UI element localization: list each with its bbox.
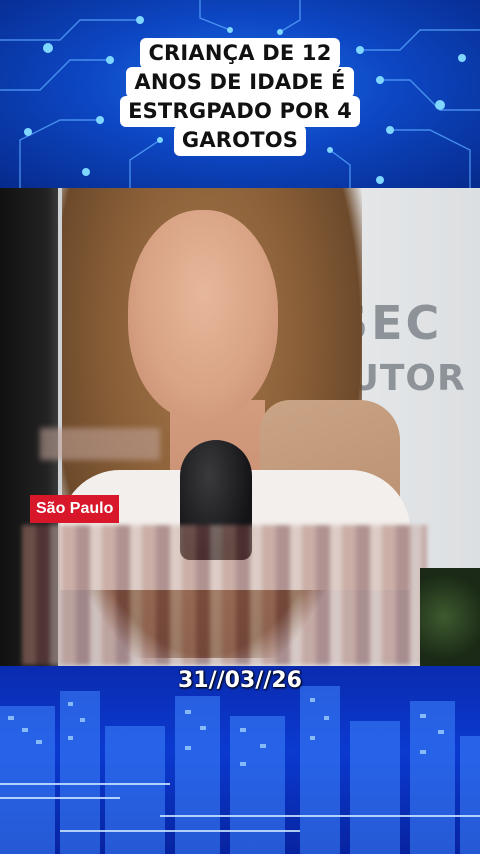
video-frame[interactable]: SEC OUTOR São Paulo	[0, 188, 480, 666]
headline-line-1: CRIANÇA DE 12	[140, 38, 340, 69]
blur-overlay-top	[40, 428, 160, 460]
location-badge: São Paulo	[30, 495, 120, 523]
bottom-banner: 31//03//26	[0, 666, 480, 854]
reporter-face	[128, 210, 278, 420]
top-banner: CRIANÇA DE 12 ANOS DE IDADE É ESTRGPADO …	[0, 0, 480, 188]
date-label: 31//03//26	[178, 668, 302, 693]
headline-line-2: ANOS DE IDADE É	[126, 67, 354, 98]
trees	[420, 568, 480, 666]
city-skyline-background	[0, 686, 480, 854]
headline-line-4: GAROTOS	[173, 125, 307, 156]
blur-overlay	[22, 525, 427, 665]
headline: CRIANÇA DE 12 ANOS DE IDADE É ESTRGPADO …	[115, 38, 365, 156]
headline-line-3: ESTRGPADO POR 4	[120, 96, 360, 127]
